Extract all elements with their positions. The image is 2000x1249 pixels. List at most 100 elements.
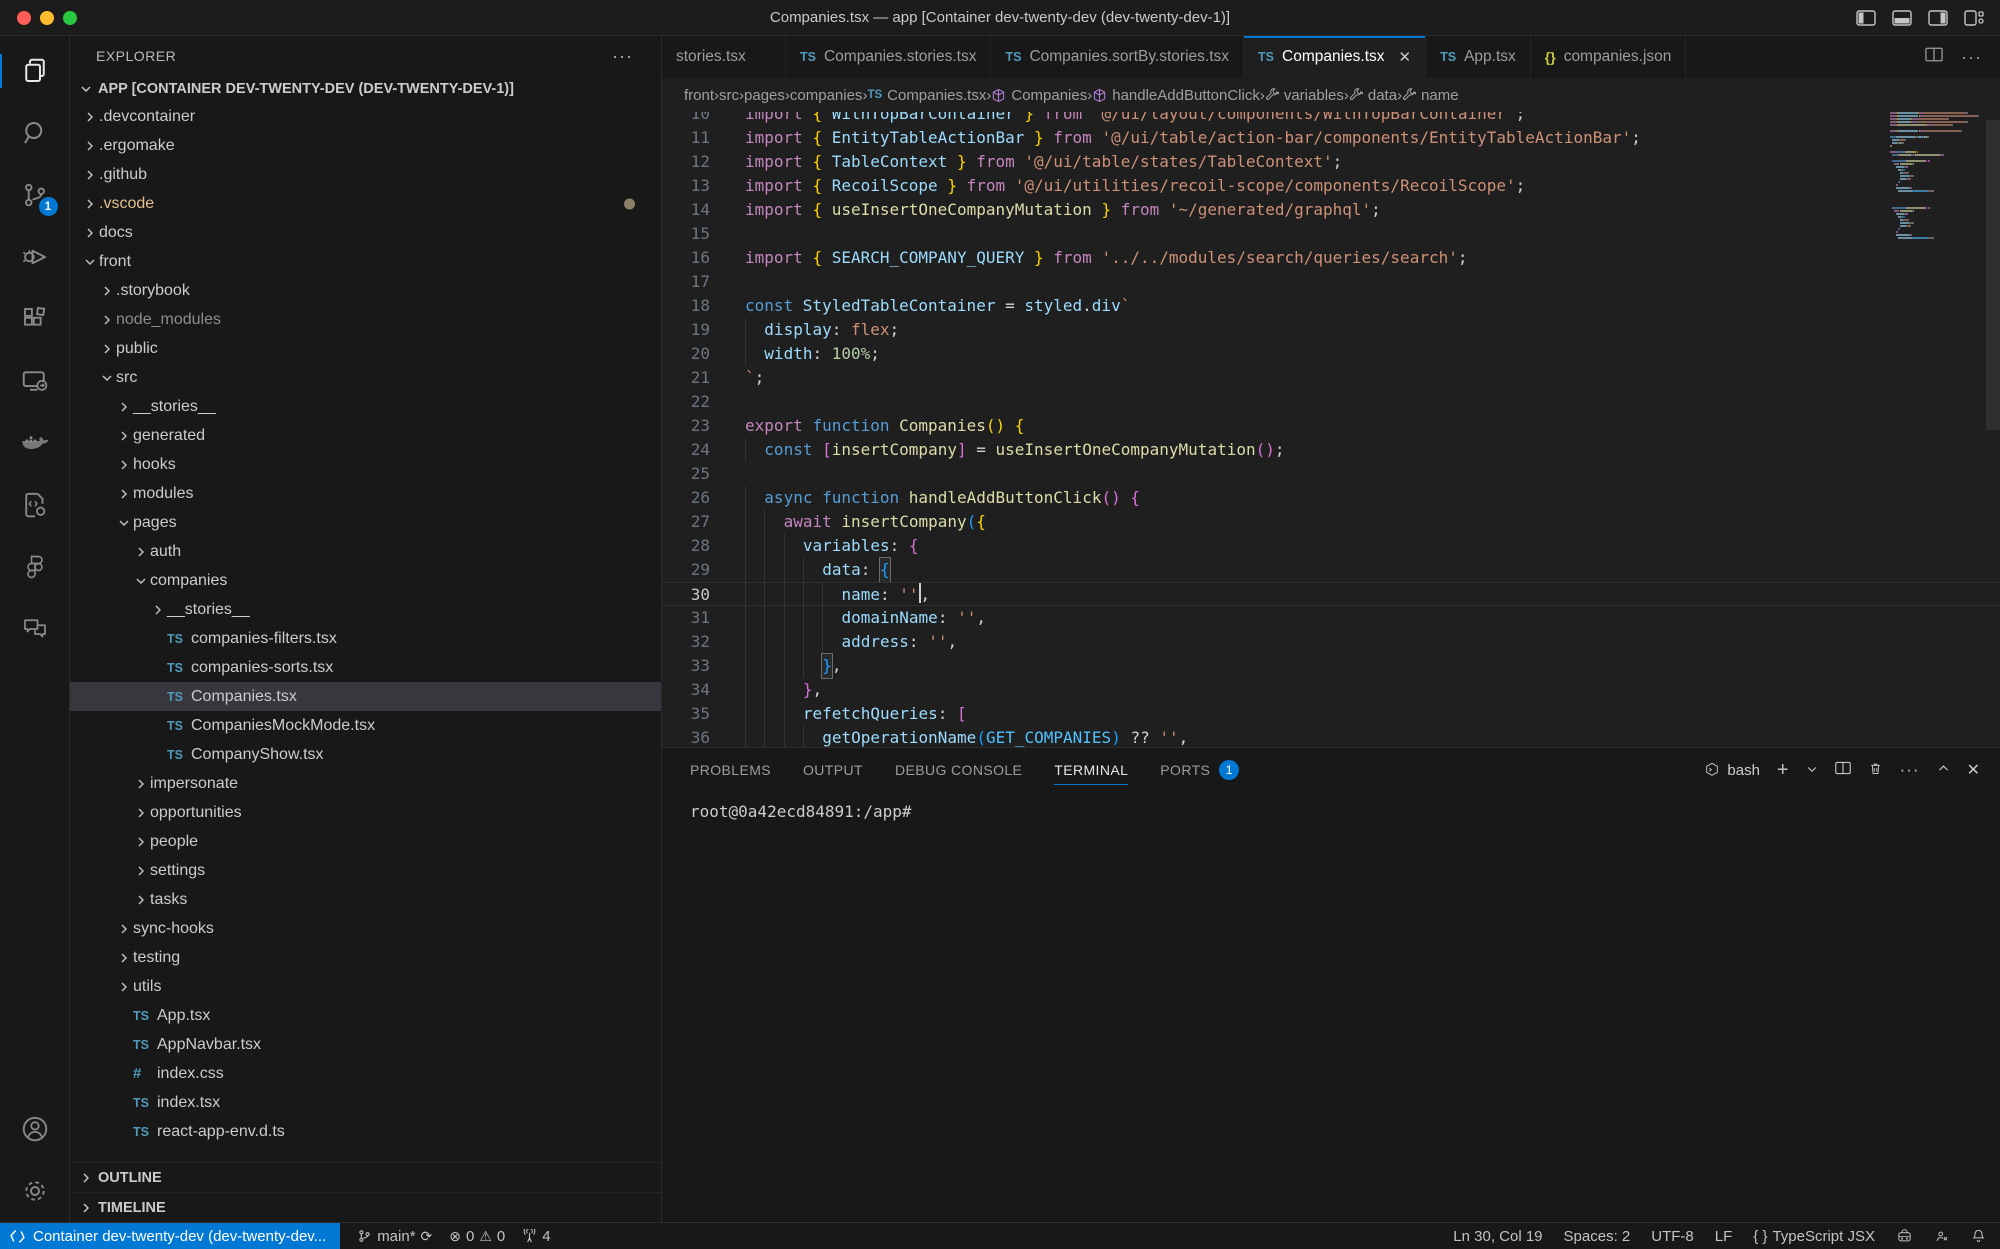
tree-folder-src[interactable]: src <box>70 363 661 392</box>
encoding-status[interactable]: UTF-8 <box>1651 1228 1694 1245</box>
cursor-position-status[interactable]: Ln 30, Col 19 <box>1453 1228 1542 1245</box>
breadcrumb-item-front[interactable]: front <box>684 87 714 104</box>
breadcrumb-item-companies-tsx[interactable]: TSCompanies.tsx <box>867 87 986 104</box>
tree-folder--github[interactable]: .github <box>70 160 661 189</box>
zoom-window-button[interactable] <box>63 11 77 25</box>
minimap[interactable] <box>1890 112 1986 747</box>
tab-companies-tsx[interactable]: TSCompanies.tsx✕ <box>1244 36 1426 78</box>
tree-file-companies-filters-tsx[interactable]: TScompanies-filters.tsx <box>70 624 661 653</box>
extensions-icon[interactable] <box>0 288 70 350</box>
tree-file-companyshow-tsx[interactable]: TSCompanyShow.tsx <box>70 740 661 769</box>
shell-selector[interactable]: bash <box>1704 762 1760 779</box>
toggle-secondary-sidebar-icon[interactable] <box>1928 10 1948 26</box>
breadcrumb-item-companies[interactable]: companies <box>790 87 863 104</box>
tree-folder-utils[interactable]: utils <box>70 972 661 1001</box>
tree-folder-people[interactable]: people <box>70 827 661 856</box>
toggle-primary-sidebar-icon[interactable] <box>1856 10 1876 26</box>
tree-folder-tasks[interactable]: tasks <box>70 885 661 914</box>
breadcrumb-item-name[interactable]: name <box>1402 87 1459 104</box>
tree-file-index-tsx[interactable]: TSindex.tsx <box>70 1088 661 1117</box>
tree-file-index-css[interactable]: #index.css <box>70 1059 661 1088</box>
notifications-bell-icon[interactable] <box>1971 1228 1986 1244</box>
tree-folder-generated[interactable]: generated <box>70 421 661 450</box>
tab-companies-json[interactable]: {}companies.json <box>1531 36 1687 78</box>
panel-tab-debug-console[interactable]: DEBUG CONSOLE <box>895 748 1022 792</box>
minimize-window-button[interactable] <box>40 11 54 25</box>
customize-layout-icon[interactable] <box>1964 10 1984 26</box>
language-mode-status[interactable]: { } TypeScript JSX <box>1753 1228 1875 1245</box>
panel-tab-ports[interactable]: PORTS1 <box>1160 748 1239 792</box>
tree-file-companies-sorts-tsx[interactable]: TScompanies-sorts.tsx <box>70 653 661 682</box>
tree-folder-pages[interactable]: pages <box>70 508 661 537</box>
indentation-status[interactable]: Spaces: 2 <box>1564 1228 1631 1245</box>
problems-status[interactable]: ⊗ 0 ⚠ 0 <box>449 1228 505 1245</box>
settings-gear-icon[interactable] <box>0 1160 70 1222</box>
close-window-button[interactable] <box>17 11 31 25</box>
tree-file-companies-tsx[interactable]: TSCompanies.tsx <box>70 682 661 711</box>
toggle-panel-icon[interactable] <box>1892 10 1912 26</box>
copilot-icon[interactable] <box>1896 1229 1913 1244</box>
tree-folder-modules[interactable]: modules <box>70 479 661 508</box>
tree-folder-settings[interactable]: settings <box>70 856 661 885</box>
accounts-icon[interactable] <box>0 1098 70 1160</box>
tree-file-react-app-env-d-ts[interactable]: TSreact-app-env.d.ts <box>70 1117 661 1146</box>
code-editor[interactable]: 10import { WithTopBarContainer } from '@… <box>662 112 2000 747</box>
terminal[interactable]: root@0a42ecd84891:/app# <box>662 792 2000 1222</box>
tree-folder-docs[interactable]: docs <box>70 218 661 247</box>
maximize-panel-icon[interactable] <box>1937 762 1950 779</box>
tab-companies-stories-tsx[interactable]: TSCompanies.stories.tsx <box>786 36 991 78</box>
tree-folder-opportunities[interactable]: opportunities <box>70 798 661 827</box>
panel-tab-terminal[interactable]: TERMINAL <box>1054 748 1128 792</box>
tree-folder-auth[interactable]: auth <box>70 537 661 566</box>
panel-tab-output[interactable]: OUTPUT <box>803 748 863 792</box>
split-editor-icon[interactable] <box>1925 47 1943 67</box>
remote-explorer-icon[interactable] <box>0 350 70 412</box>
tree-folder--storybook[interactable]: .storybook <box>70 276 661 305</box>
panel-tab-problems[interactable]: PROBLEMS <box>690 748 771 792</box>
explorer-more-actions-icon[interactable]: ··· <box>612 46 633 67</box>
docker-icon[interactable] <box>0 412 70 474</box>
outline-section-header[interactable]: OUTLINE <box>70 1162 661 1192</box>
remote-indicator[interactable]: Container dev-twenty-dev (dev-twenty-dev… <box>0 1223 340 1249</box>
workspace-section-header[interactable]: APP [CONTAINER DEV-TWENTY-DEV (DEV-TWENT… <box>70 76 661 102</box>
tree-folder-sync-hooks[interactable]: sync-hooks <box>70 914 661 943</box>
figma-icon[interactable] <box>0 536 70 598</box>
breadcrumb-item-pages[interactable]: pages <box>744 87 785 104</box>
breadcrumb-item-handleaddbuttonclick[interactable]: handleAddButtonClick <box>1092 87 1260 104</box>
tab-companies-sortby-stories-tsx[interactable]: TSCompanies.sortBy.stories.tsx <box>991 36 1244 78</box>
search-icon[interactable] <box>0 102 70 164</box>
run-debug-icon[interactable] <box>0 226 70 288</box>
terminal-dropdown-icon[interactable] <box>1806 762 1818 779</box>
tree-file-appnavbar-tsx[interactable]: TSAppNavbar.tsx <box>70 1030 661 1059</box>
split-terminal-icon[interactable] <box>1835 761 1851 779</box>
tree-folder--devcontainer[interactable]: .devcontainer <box>70 102 661 131</box>
breadcrumb-item-src[interactable]: src <box>719 87 739 104</box>
editor-scrollbar[interactable] <box>1986 120 2000 430</box>
tree-folder--stories-[interactable]: __stories__ <box>70 595 661 624</box>
tree-folder-hooks[interactable]: hooks <box>70 450 661 479</box>
feedback-icon[interactable] <box>1934 1229 1950 1244</box>
dev-container-config-icon[interactable] <box>0 474 70 536</box>
tree-folder-public[interactable]: public <box>70 334 661 363</box>
new-terminal-icon[interactable]: + <box>1777 759 1789 782</box>
explorer-icon[interactable] <box>0 40 70 102</box>
breadcrumb-item-data[interactable]: data <box>1349 87 1397 104</box>
tab-app-tsx[interactable]: TSApp.tsx <box>1426 36 1531 78</box>
tree-folder-node-modules[interactable]: node_modules <box>70 305 661 334</box>
kill-terminal-icon[interactable] <box>1868 761 1883 780</box>
git-branch-status[interactable]: main* ⟳ <box>357 1228 432 1245</box>
tree-folder-companies[interactable]: companies <box>70 566 661 595</box>
timeline-section-header[interactable]: TIMELINE <box>70 1192 661 1222</box>
close-panel-icon[interactable]: ✕ <box>1967 760 1980 780</box>
more-actions-icon[interactable]: ··· <box>1961 47 1982 68</box>
tab-stories-tsx[interactable]: stories.tsx <box>662 36 786 78</box>
comments-icon[interactable] <box>0 598 70 660</box>
forwarded-ports-status[interactable]: 4 <box>522 1228 550 1245</box>
tree-file-companiesmockmode-tsx[interactable]: TSCompaniesMockMode.tsx <box>70 711 661 740</box>
tree-folder--vscode[interactable]: .vscode <box>70 189 661 218</box>
tree-folder--stories-[interactable]: __stories__ <box>70 392 661 421</box>
tree-folder-testing[interactable]: testing <box>70 943 661 972</box>
tree-file-app-tsx[interactable]: TSApp.tsx <box>70 1001 661 1030</box>
source-control-icon[interactable]: 1 <box>0 164 70 226</box>
close-tab-icon[interactable]: ✕ <box>1399 48 1412 66</box>
